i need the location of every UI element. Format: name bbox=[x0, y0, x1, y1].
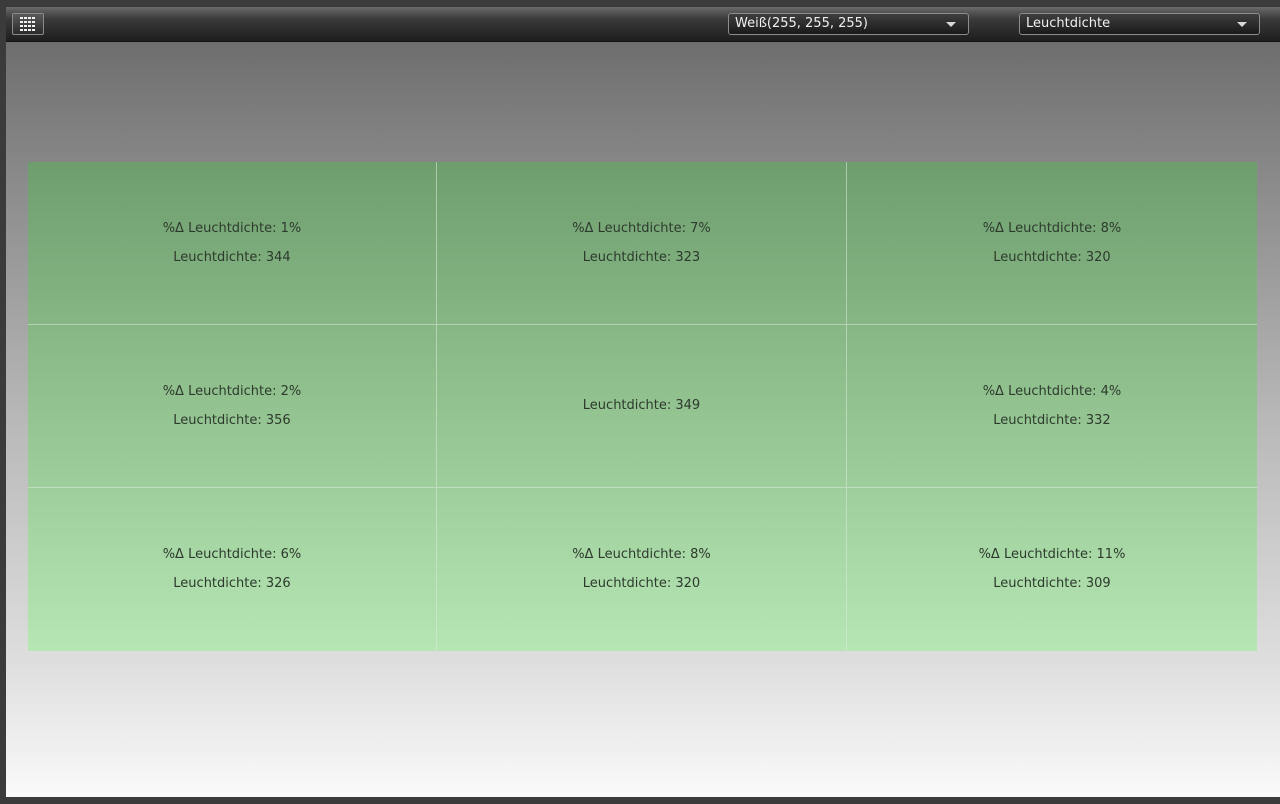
grid-cell-top-center: %Δ Leuchtdichte: 7% Leuchtdichte: 323 bbox=[437, 162, 847, 325]
luminance-value: Leuchtdichte: 344 bbox=[173, 249, 291, 265]
grid-cell-top-right: %Δ Leuchtdichte: 8% Leuchtdichte: 320 bbox=[847, 162, 1257, 325]
luminance-value: Leuchtdichte: 320 bbox=[582, 576, 701, 591]
measurement-mode-dropdown[interactable]: Leuchtdichte bbox=[1019, 13, 1260, 35]
measurement-area: %Δ Leuchtdichte: 1% Leuchtdichte: 344 %Δ… bbox=[6, 42, 1280, 797]
color-dropdown[interactable]: Weiß(255, 255, 255) bbox=[728, 13, 969, 35]
grid-layout-button[interactable] bbox=[12, 13, 44, 35]
mode-dropdown-value: Leuchtdichte bbox=[1026, 16, 1111, 31]
luminance-delta: %Δ Leuchtdichte: 8% bbox=[982, 220, 1122, 236]
app-window: Weiß(255, 255, 255) Leuchtdichte %Δ Leuc… bbox=[0, 0, 1280, 804]
luminance-value: Leuchtdichte: 323 bbox=[582, 249, 701, 265]
color-dropdown-value: Weiß(255, 255, 255) bbox=[735, 16, 869, 31]
grid-icon bbox=[20, 17, 35, 31]
luminance-delta: %Δ Leuchtdichte: 4% bbox=[982, 383, 1122, 399]
grid-cell-bottom-left: %Δ Leuchtdichte: 6% Leuchtdichte: 326 bbox=[28, 488, 437, 651]
luminance-delta: %Δ Leuchtdichte: 2% bbox=[162, 383, 302, 399]
uniformity-grid: %Δ Leuchtdichte: 1% Leuchtdichte: 344 %Δ… bbox=[28, 162, 1257, 651]
luminance-value: Leuchtdichte: 356 bbox=[173, 412, 291, 428]
luminance-value: Leuchtdichte: 332 bbox=[993, 412, 1111, 428]
luminance-value: Leuchtdichte: 309 bbox=[993, 576, 1111, 591]
chevron-down-icon bbox=[1237, 22, 1247, 27]
window-bottom-border bbox=[0, 797, 1280, 804]
luminance-value: Leuchtdichte: 326 bbox=[173, 576, 291, 591]
grid-cell-top-left: %Δ Leuchtdichte: 1% Leuchtdichte: 344 bbox=[28, 162, 437, 325]
grid-cell-center-reference: Leuchtdichte: 349 bbox=[437, 325, 847, 488]
luminance-delta: %Δ Leuchtdichte: 11% bbox=[978, 547, 1126, 562]
luminance-value: Leuchtdichte: 349 bbox=[582, 398, 701, 413]
grid-cell-middle-right: %Δ Leuchtdichte: 4% Leuchtdichte: 332 bbox=[847, 325, 1257, 488]
luminance-delta: %Δ Leuchtdichte: 7% bbox=[572, 220, 711, 236]
grid-cell-bottom-center: %Δ Leuchtdichte: 8% Leuchtdichte: 320 bbox=[437, 488, 847, 651]
luminance-delta: %Δ Leuchtdichte: 8% bbox=[572, 547, 711, 562]
chevron-down-icon bbox=[946, 22, 956, 27]
luminance-delta: %Δ Leuchtdichte: 6% bbox=[162, 547, 302, 562]
grid-cell-bottom-right: %Δ Leuchtdichte: 11% Leuchtdichte: 309 bbox=[847, 488, 1257, 651]
luminance-delta: %Δ Leuchtdichte: 1% bbox=[162, 220, 302, 236]
grid-cell-middle-left: %Δ Leuchtdichte: 2% Leuchtdichte: 356 bbox=[28, 325, 437, 488]
toolbar: Weiß(255, 255, 255) Leuchtdichte bbox=[6, 7, 1280, 42]
luminance-value: Leuchtdichte: 320 bbox=[993, 249, 1111, 265]
